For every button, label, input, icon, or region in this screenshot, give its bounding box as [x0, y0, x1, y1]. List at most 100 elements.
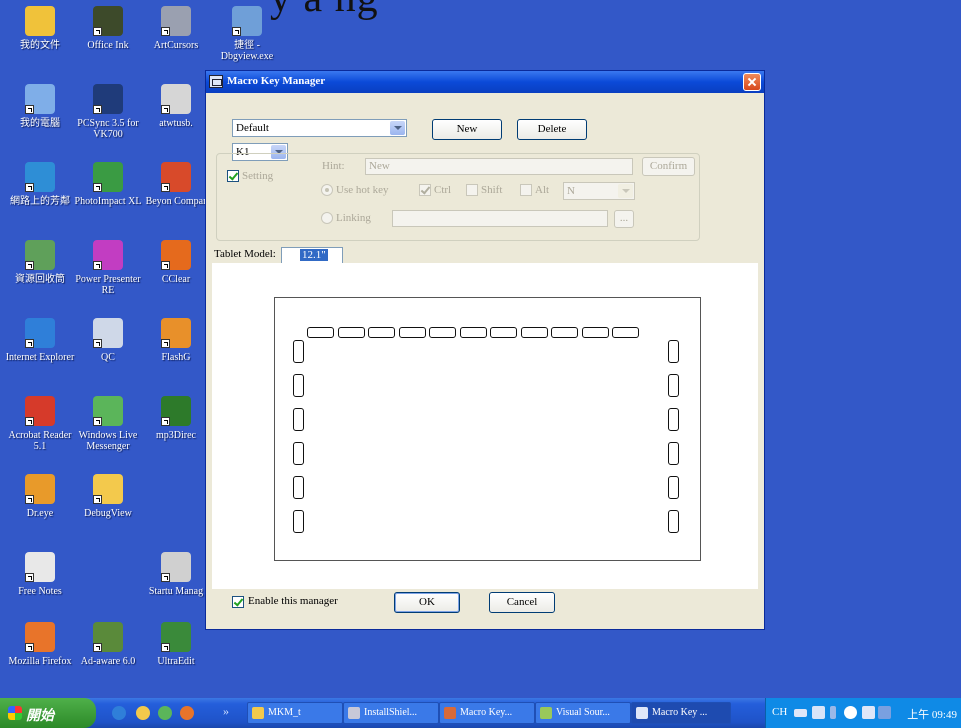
- hotkey-left[interactable]: [293, 476, 304, 499]
- desktop-icon[interactable]: 資源回收筒: [4, 240, 76, 285]
- photoimpact-icon: [93, 162, 123, 192]
- profile-select-value: Default: [236, 122, 269, 134]
- desktop-icon[interactable]: Beyon Compar: [140, 162, 212, 207]
- hint-input[interactable]: New: [365, 158, 633, 175]
- desktop-icon[interactable]: Startu Manag: [140, 552, 212, 597]
- messenger-quicklaunch-icon[interactable]: [158, 706, 172, 720]
- desktop-icon[interactable]: Internet Explorer: [4, 318, 76, 363]
- shortcut-arrow-icon: [25, 105, 34, 114]
- macro-key-manager-dialog: Macro Key Manager Default New Delete K1 …: [205, 70, 765, 630]
- chevron-left-icon[interactable]: [844, 706, 857, 719]
- enable-manager-checkbox[interactable]: [232, 596, 244, 608]
- hotkey-top[interactable]: [307, 327, 334, 338]
- taskbar-button[interactable]: Macro Key ...: [631, 702, 731, 724]
- desktop-icon[interactable]: PhotoImpact XL: [72, 162, 144, 207]
- shortcut-arrow-icon: [161, 261, 170, 270]
- start-button[interactable]: 開始: [0, 698, 96, 728]
- firefox-quicklaunch-icon[interactable]: [180, 706, 194, 720]
- desktop-icon[interactable]: Office Ink: [72, 6, 144, 51]
- hotkey-right[interactable]: [668, 374, 679, 397]
- hotkey-left[interactable]: [293, 510, 304, 533]
- setting-checkbox[interactable]: [227, 170, 239, 182]
- desktop-icon[interactable]: PCSync 3.5 for VK700: [72, 84, 144, 140]
- desktop-icon-label: 我的文件: [20, 40, 60, 51]
- network-tray-icon[interactable]: [878, 706, 891, 719]
- shift-checkbox[interactable]: [466, 184, 478, 196]
- shortcut-arrow-icon: [25, 417, 34, 426]
- desktop-icon[interactable]: UltraEdit: [140, 622, 212, 667]
- hotkey-top[interactable]: [520, 327, 548, 338]
- profile-select[interactable]: Default: [232, 119, 407, 137]
- ctrl-checkbox[interactable]: [419, 184, 431, 196]
- taskbar: 開始 » MKM_t InstallShiel... Macro Key... Vis…: [0, 698, 961, 728]
- hotkey-right[interactable]: [668, 408, 679, 431]
- close-button[interactable]: [743, 73, 761, 91]
- desktop-icon[interactable]: 捷徑 - Dbgview.exe: [211, 6, 283, 62]
- folder-quicklaunch-icon[interactable]: [136, 706, 150, 720]
- hotkey-left[interactable]: [293, 374, 304, 397]
- alt-checkbox[interactable]: [520, 184, 532, 196]
- desktop-icon[interactable]: QC: [72, 318, 144, 363]
- hotkey-top[interactable]: [398, 327, 426, 338]
- help-icon[interactable]: [812, 706, 825, 719]
- desktop-icon[interactable]: FlashG: [140, 318, 212, 363]
- desktop-icon[interactable]: CClear: [140, 240, 212, 285]
- desktop-icon[interactable]: Free Notes: [4, 552, 76, 597]
- linking-input[interactable]: [392, 210, 608, 227]
- taskbar-button[interactable]: Macro Key...: [439, 702, 535, 724]
- quicklaunch-chevron-icon[interactable]: »: [223, 704, 229, 719]
- new-button[interactable]: New: [432, 119, 502, 140]
- hotkey-top[interactable]: [459, 327, 487, 338]
- desktop-icon[interactable]: Power Presenter RE: [72, 240, 144, 296]
- desktop-icon[interactable]: 我的電腦: [4, 84, 76, 129]
- shortcut-arrow-icon: [25, 183, 34, 192]
- hot-key-select[interactable]: N: [563, 182, 635, 200]
- ime-indicator[interactable]: CH: [772, 706, 787, 718]
- hotkey-left[interactable]: [293, 408, 304, 431]
- desktop-icon[interactable]: 網路上的芳鄰: [4, 162, 76, 207]
- tablet-model-field[interactable]: 12.1": [281, 247, 343, 264]
- hotkey-left[interactable]: [293, 442, 304, 465]
- confirm-button[interactable]: Confirm: [642, 157, 695, 176]
- title-bar[interactable]: Macro Key Manager: [206, 71, 764, 93]
- desktop-icon[interactable]: 我的文件: [4, 6, 76, 51]
- shortcut-arrow-icon: [93, 27, 102, 36]
- desktop-icon[interactable]: ArtCursors: [140, 6, 212, 51]
- hotkey-top[interactable]: [490, 327, 517, 338]
- desktop-icon[interactable]: Windows Live Messenger: [72, 396, 144, 452]
- pen-icon[interactable]: [830, 706, 836, 719]
- hotkey-right[interactable]: [668, 340, 679, 363]
- app-tray-icon[interactable]: [862, 706, 875, 719]
- hotkey-top[interactable]: [429, 327, 456, 338]
- hotkey-top[interactable]: [581, 327, 609, 338]
- desktop-icon[interactable]: Acrobat Reader 5.1: [4, 396, 76, 452]
- hotkey-top[interactable]: [612, 327, 639, 338]
- chevron-down-icon[interactable]: [390, 121, 405, 135]
- hotkey-left[interactable]: [293, 340, 304, 363]
- hotkey-right[interactable]: [668, 476, 679, 499]
- taskbar-button[interactable]: Visual Sour...: [535, 702, 631, 724]
- browse-button[interactable]: ...: [614, 210, 634, 228]
- chevron-down-icon[interactable]: [618, 184, 633, 198]
- taskbar-button[interactable]: InstallShiel...: [343, 702, 439, 724]
- keyboard-icon[interactable]: [794, 709, 807, 717]
- hotkey-right[interactable]: [668, 442, 679, 465]
- linking-radio[interactable]: [321, 212, 333, 224]
- delete-button[interactable]: Delete: [517, 119, 587, 140]
- ok-button[interactable]: OK: [394, 592, 460, 613]
- hotkey-top[interactable]: [368, 327, 395, 338]
- taskbar-button[interactable]: MKM_t: [247, 702, 343, 724]
- desktop-icon[interactable]: DebugView: [72, 474, 144, 519]
- desktop-icon[interactable]: Ad-aware 6.0: [72, 622, 144, 667]
- desktop-icon[interactable]: Dr.eye: [4, 474, 76, 519]
- hotkey-right[interactable]: [668, 510, 679, 533]
- hotkey-top[interactable]: [337, 327, 365, 338]
- use-hot-key-radio[interactable]: [321, 184, 333, 196]
- hotkey-top[interactable]: [551, 327, 578, 338]
- desktop-icon-label: ArtCursors: [153, 40, 199, 51]
- desktop-icon[interactable]: mp3Direc: [140, 396, 212, 441]
- desktop-icon[interactable]: Mozilla Firefox: [4, 622, 76, 667]
- desktop-icon[interactable]: atwtusb.: [140, 84, 212, 129]
- cancel-button[interactable]: Cancel: [489, 592, 555, 613]
- ie-quicklaunch-icon[interactable]: [112, 706, 126, 720]
